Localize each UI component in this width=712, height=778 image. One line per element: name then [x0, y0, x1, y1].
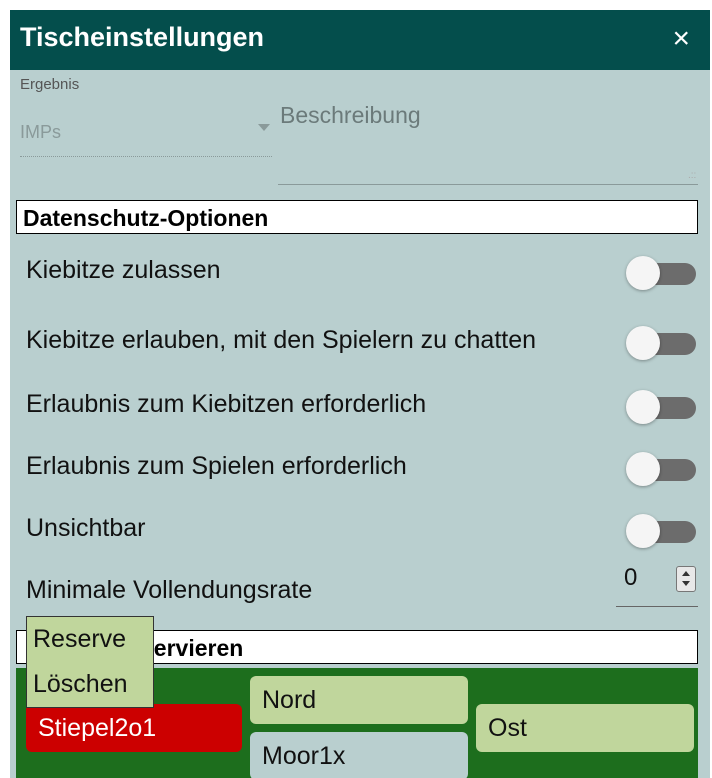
scoring-label: Ergebnis — [20, 76, 80, 93]
seat-west[interactable]: Moor1x — [250, 732, 468, 778]
privacy-section-header: Datenschutz-Optionen — [16, 200, 698, 234]
min-completion-input[interactable]: 0 — [624, 564, 637, 592]
option-label: Kiebitze zulassen — [26, 256, 221, 284]
seat-south[interactable]: Stiepel2o1 — [26, 704, 242, 752]
resize-handle-icon[interactable]: .:: — [688, 170, 696, 181]
seat-north[interactable]: Nord — [250, 676, 468, 724]
context-menu-reserve[interactable]: Reserve — [27, 617, 153, 662]
dialog-title-bar: Tischeinstellungen × — [10, 10, 710, 70]
seat-context-menu: Reserve Löschen — [26, 616, 154, 708]
play-permission-toggle[interactable] — [626, 452, 696, 486]
seat-east[interactable]: Ost — [476, 704, 694, 752]
option-row-invisible: Unsichtbar — [26, 508, 696, 548]
allow-kibitzers-toggle[interactable] — [626, 256, 696, 290]
dialog-title: Tischeinstellungen — [20, 22, 265, 52]
min-completion-underline — [616, 606, 698, 607]
close-icon[interactable]: × — [672, 24, 690, 54]
dropdown-arrow-icon — [258, 124, 270, 131]
context-menu-delete[interactable]: Löschen — [27, 662, 153, 707]
option-label: Erlaubnis zum Kiebitzen erforderlich — [26, 390, 427, 418]
table-settings-dialog: Tischeinstellungen × Ergebnis IMPs Besch… — [10, 10, 710, 778]
kibitzer-chat-toggle[interactable] — [626, 326, 696, 360]
description-field-label: Beschreibung — [280, 102, 421, 128]
scoring-select-value: IMPs — [20, 122, 62, 142]
option-label: Minimale Vollendungsrate — [26, 576, 313, 604]
option-row-min-completion: Minimale Vollendungsrate — [26, 570, 696, 610]
option-row-allow-kibitzers: Kiebitze zulassen — [26, 250, 696, 290]
invisible-toggle[interactable] — [626, 514, 696, 548]
option-row-kibitz-permission: Erlaubnis zum Kiebitzen erforderlich — [26, 384, 696, 424]
option-row-play-permission: Erlaubnis zum Spielen erforderlich — [26, 446, 696, 486]
description-input[interactable] — [278, 184, 698, 185]
kibitz-permission-toggle[interactable] — [626, 390, 696, 424]
option-label: Erlaubnis zum Spielen erforderlich — [26, 452, 407, 480]
option-label: Kiebitze erlauben, mit den Spielern zu c… — [26, 326, 537, 354]
option-row-kibitzer-chat: Kiebitze erlauben, mit den Spielern zu c… — [26, 320, 696, 360]
scoring-select[interactable]: IMPs — [20, 118, 272, 157]
option-label: Unsichtbar — [26, 514, 146, 542]
number-spinner-icon[interactable] — [676, 566, 696, 592]
